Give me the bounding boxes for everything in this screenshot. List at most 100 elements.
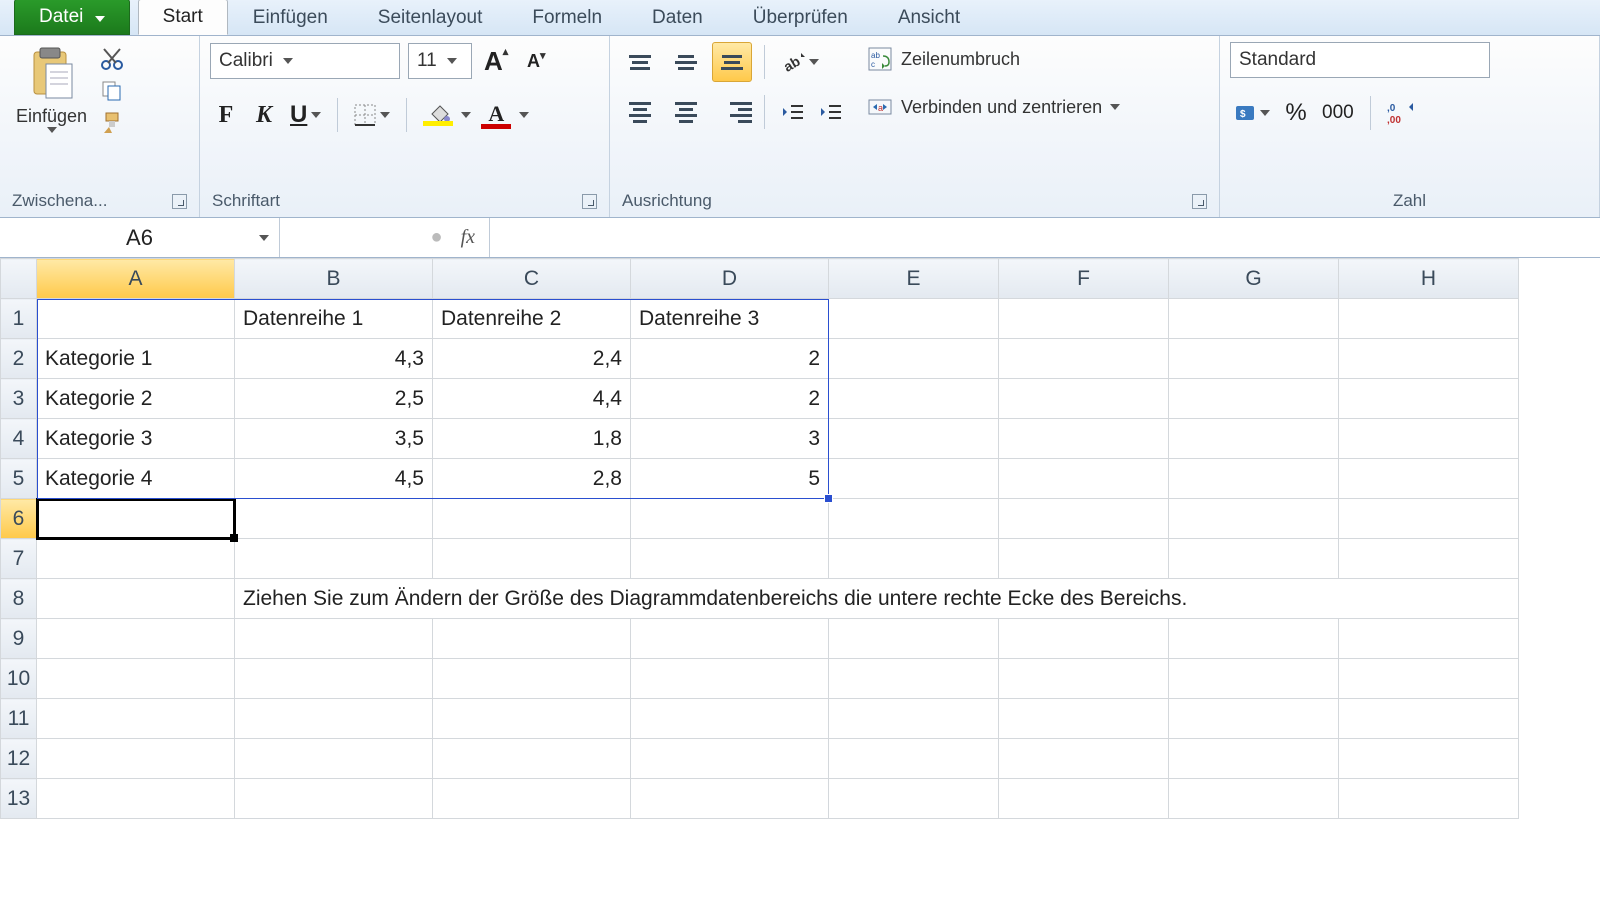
cell[interactable]	[433, 779, 631, 819]
cell[interactable]	[235, 499, 433, 539]
row-header[interactable]: 1	[1, 299, 37, 339]
font-color-button[interactable]: A	[477, 96, 515, 134]
row-header[interactable]: 13	[1, 779, 37, 819]
fx-icon[interactable]: fx	[461, 226, 475, 249]
comma-style-button[interactable]: 000	[1318, 94, 1358, 132]
align-right-button[interactable]	[712, 92, 752, 132]
cell[interactable]: Kategorie 1	[37, 339, 235, 379]
cell[interactable]: Datenreihe 2	[433, 299, 631, 339]
cell[interactable]: 2	[631, 339, 829, 379]
row-header[interactable]: 10	[1, 659, 37, 699]
cell[interactable]	[829, 299, 999, 339]
tab-data[interactable]: Daten	[627, 0, 728, 35]
cell[interactable]	[999, 339, 1169, 379]
increase-indent-button[interactable]	[815, 93, 847, 131]
cell[interactable]	[235, 539, 433, 579]
align-left-button[interactable]	[620, 92, 660, 132]
selected-cell[interactable]	[37, 499, 235, 539]
col-header-a[interactable]: A	[37, 259, 235, 299]
cell[interactable]	[433, 699, 631, 739]
cell[interactable]	[829, 699, 999, 739]
percent-button[interactable]: %	[1280, 94, 1312, 132]
clipboard-dialog-launcher[interactable]	[172, 194, 187, 209]
cell[interactable]	[37, 659, 235, 699]
cell[interactable]	[631, 499, 829, 539]
cell[interactable]	[433, 659, 631, 699]
cell[interactable]	[1339, 699, 1519, 739]
cell[interactable]	[1339, 619, 1519, 659]
number-format-select[interactable]: Standard	[1230, 42, 1490, 78]
cell[interactable]	[1169, 379, 1339, 419]
cell[interactable]: 2,5	[235, 379, 433, 419]
cell[interactable]: 3,5	[235, 419, 433, 459]
cell[interactable]	[1169, 619, 1339, 659]
decrease-font-button[interactable]: A▾	[520, 42, 552, 80]
cell[interactable]	[999, 699, 1169, 739]
cell[interactable]	[235, 659, 433, 699]
cell[interactable]	[829, 779, 999, 819]
cell[interactable]	[37, 739, 235, 779]
cell[interactable]	[1169, 659, 1339, 699]
fill-color-button[interactable]	[419, 96, 457, 134]
row-header[interactable]: 9	[1, 619, 37, 659]
cell[interactable]	[1339, 659, 1519, 699]
cell[interactable]	[1169, 779, 1339, 819]
cell[interactable]	[631, 539, 829, 579]
tab-home[interactable]: Start	[138, 0, 228, 35]
italic-button[interactable]: K	[248, 96, 280, 134]
cell[interactable]	[1169, 539, 1339, 579]
col-header-c[interactable]: C	[433, 259, 631, 299]
col-header-d[interactable]: D	[631, 259, 829, 299]
cell[interactable]	[999, 459, 1169, 499]
cell[interactable]	[999, 659, 1169, 699]
align-middle-button[interactable]	[666, 42, 706, 82]
cell[interactable]: Kategorie 4	[37, 459, 235, 499]
cell[interactable]	[829, 379, 999, 419]
row-header[interactable]: 11	[1, 699, 37, 739]
cell[interactable]: 5	[631, 459, 829, 499]
wrap-text-button[interactable]: abc Zeilenumbruch	[861, 42, 1126, 76]
row-header[interactable]: 2	[1, 339, 37, 379]
row-header[interactable]: 5	[1, 459, 37, 499]
cell[interactable]	[999, 499, 1169, 539]
cell[interactable]	[37, 779, 235, 819]
cell[interactable]	[999, 739, 1169, 779]
chevron-down-icon[interactable]	[519, 112, 529, 118]
cell[interactable]	[37, 299, 235, 339]
cell[interactable]: Ziehen Sie zum Ändern der Größe des Diag…	[235, 579, 1519, 619]
cell[interactable]	[631, 699, 829, 739]
font-family-select[interactable]: Calibri	[210, 43, 400, 79]
col-header-b[interactable]: B	[235, 259, 433, 299]
cell[interactable]	[999, 379, 1169, 419]
cell[interactable]	[235, 619, 433, 659]
cell[interactable]	[829, 339, 999, 379]
cell[interactable]	[829, 739, 999, 779]
cell[interactable]: Kategorie 3	[37, 419, 235, 459]
cell[interactable]	[999, 779, 1169, 819]
tab-insert[interactable]: Einfügen	[228, 0, 353, 35]
format-painter-button[interactable]	[99, 110, 125, 136]
tab-file[interactable]: Datei	[14, 0, 130, 35]
cell[interactable]	[999, 539, 1169, 579]
cell[interactable]: 1,8	[433, 419, 631, 459]
cell[interactable]	[631, 779, 829, 819]
cell[interactable]	[433, 739, 631, 779]
cell[interactable]: 4,4	[433, 379, 631, 419]
cell[interactable]	[1169, 299, 1339, 339]
cell[interactable]	[999, 299, 1169, 339]
cell[interactable]	[1169, 459, 1339, 499]
cell[interactable]	[829, 419, 999, 459]
tab-review[interactable]: Überprüfen	[728, 0, 873, 35]
merge-center-button[interactable]: a Verbinden und zentrieren	[861, 90, 1126, 124]
cell[interactable]: Datenreihe 3	[631, 299, 829, 339]
cell[interactable]	[829, 619, 999, 659]
accounting-format-button[interactable]: $	[1230, 94, 1274, 132]
font-size-select[interactable]: 11	[408, 43, 472, 79]
cell[interactable]	[631, 659, 829, 699]
cell[interactable]	[829, 459, 999, 499]
col-header-f[interactable]: F	[999, 259, 1169, 299]
row-header[interactable]: 7	[1, 539, 37, 579]
cell[interactable]	[1339, 739, 1519, 779]
increase-font-button[interactable]: A▴	[480, 42, 512, 80]
col-header-h[interactable]: H	[1339, 259, 1519, 299]
